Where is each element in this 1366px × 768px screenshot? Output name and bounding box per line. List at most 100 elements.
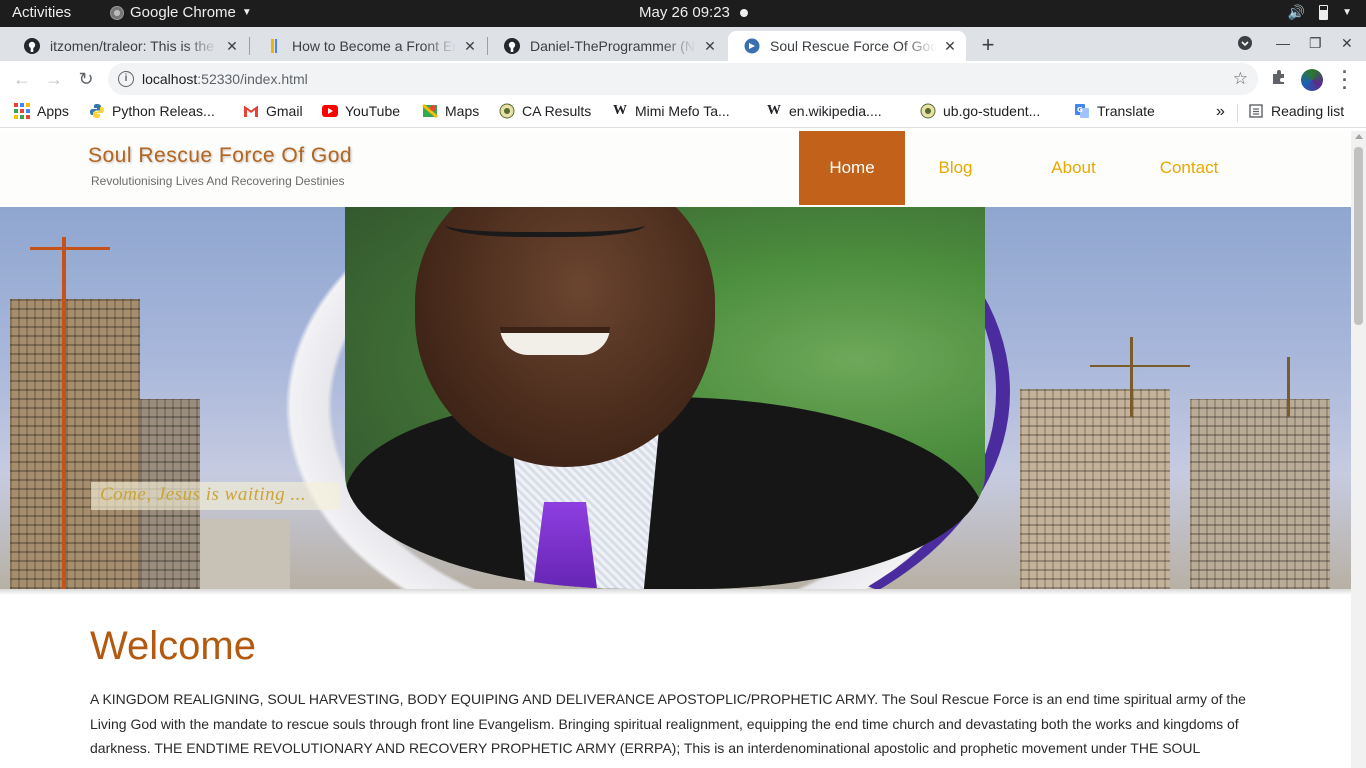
back-button[interactable]: ← <box>10 67 34 91</box>
tab-daniel-theprogrammer[interactable]: Daniel-TheProgrammer (N ✕ <box>488 31 726 61</box>
apps-grid-icon <box>14 103 30 119</box>
system-tray[interactable]: 🔊 ▼ <box>1288 4 1352 21</box>
crane-jib <box>30 247 110 250</box>
bookmark-youtube[interactable]: YouTube <box>322 103 400 119</box>
info-icon[interactable]: i <box>118 71 134 87</box>
ub-icon <box>920 103 936 119</box>
bookmark-ub-go-student[interactable]: ub.go-student... <box>920 103 1040 119</box>
profile-avatar[interactable] <box>1301 69 1323 91</box>
bookmark-star-icon[interactable]: ☆ <box>1233 69 1248 89</box>
youtube-icon <box>322 103 338 119</box>
bookmark-gmail[interactable]: Gmail <box>243 103 303 119</box>
volume-icon[interactable]: 🔊 <box>1288 4 1305 21</box>
page-viewport: Soul Rescue Force Of God Revolutionising… <box>0 131 1351 768</box>
battery-icon[interactable] <box>1319 5 1329 20</box>
tab-title: itzomen/traleor: This is the <box>50 38 214 54</box>
python-icon <box>89 103 105 119</box>
intro-paragraph: A KINGDOM REALIGNING, SOUL HARVESTING, B… <box>90 691 1246 756</box>
bookmark-label: Translate <box>1097 103 1155 119</box>
bookmark-maps[interactable]: Maps <box>422 103 479 119</box>
activities-button[interactable]: Activities <box>12 4 71 21</box>
minimize-button[interactable]: — <box>1276 35 1290 51</box>
bookmark-label: Apps <box>37 103 69 119</box>
github-icon <box>504 38 520 54</box>
bookmarks-bar: Apps Python Releas... Gmail YouTube Maps… <box>0 97 1366 128</box>
chrome-menu-icon[interactable]: · · · <box>1340 63 1350 97</box>
clock[interactable]: May 26 09:23 <box>639 4 730 21</box>
chrome-icon <box>110 5 124 20</box>
reading-list-label: Reading list <box>1271 103 1345 119</box>
new-tab-button[interactable]: + <box>976 33 1000 57</box>
bookmark-translate[interactable]: G Translate <box>1074 103 1155 119</box>
url-text[interactable]: localhost:52330/index.html <box>142 71 308 87</box>
close-icon[interactable]: ✕ <box>702 38 718 55</box>
bookmark-en-wikipedia[interactable]: W en.wikipedia.... <box>766 103 882 119</box>
bookmark-python[interactable]: Python Releas... <box>89 103 215 119</box>
bookmark-label: YouTube <box>345 103 401 119</box>
bookmark-label: Gmail <box>266 103 303 119</box>
building-low <box>200 519 290 589</box>
pastor-portrait <box>345 207 985 589</box>
crane-right-jib <box>1090 365 1190 367</box>
restore-button[interactable]: ❐ <box>1309 35 1322 52</box>
wikipedia-icon: W <box>613 103 627 118</box>
caret-down-icon: ▼ <box>241 7 252 18</box>
translate-icon: G <box>1074 103 1090 119</box>
page-scrollbar[interactable] <box>1351 131 1366 768</box>
tab-search-icon[interactable] <box>1237 35 1253 54</box>
crane-mast <box>62 237 66 589</box>
bookmark-mimi-mefo[interactable]: W Mimi Mefo Ta... <box>612 103 730 119</box>
site-header: Soul Rescue Force Of God Revolutionising… <box>0 131 1351 205</box>
bookmark-label: CA Results <box>522 103 592 119</box>
notification-dot-icon <box>740 9 748 17</box>
tab-front-end[interactable]: How to Become a Front End ✕ <box>250 31 486 61</box>
bookmark-label: Python Releas... <box>112 103 215 119</box>
hero-caption: Come, Jesus is waiting ... <box>91 482 340 510</box>
caret-down-icon[interactable]: ▼ <box>1342 7 1352 18</box>
site-brand[interactable]: Soul Rescue Force Of God <box>88 144 352 168</box>
more-bookmarks-chevron-icon[interactable]: » <box>1216 103 1225 121</box>
bookmark-label: Mimi Mefo Ta... <box>635 103 730 119</box>
tab-traleor[interactable]: itzomen/traleor: This is the ✕ <box>8 31 248 61</box>
site-favicon <box>744 38 760 54</box>
nav-contact[interactable]: Contact <box>1139 131 1239 205</box>
scrollbar-thumb[interactable] <box>1354 147 1363 325</box>
scroll-up-icon[interactable] <box>1355 134 1363 139</box>
reading-list-button[interactable]: Reading list <box>1248 103 1344 119</box>
maps-icon <box>422 103 438 119</box>
extensions-puzzle-icon[interactable] <box>1271 69 1287 90</box>
tab-title: How to Become a Front End <box>292 38 456 54</box>
gmail-icon <box>243 103 259 119</box>
close-icon[interactable]: ✕ <box>462 38 478 55</box>
nav-about[interactable]: About <box>1023 131 1124 205</box>
crane-right <box>1130 337 1133 417</box>
hero-banner: Come, Jesus is waiting ... <box>0 207 1351 589</box>
app-menu[interactable]: Google Chrome ▼ <box>110 4 252 21</box>
bookmark-ca-results[interactable]: CA Results <box>499 103 591 119</box>
nav-home[interactable]: Home <box>799 131 905 205</box>
address-bar[interactable]: i localhost:52330/index.html ☆ <box>108 63 1258 95</box>
system-top-bar: Activities Google Chrome ▼ May 26 09:23 … <box>0 0 1366 27</box>
reload-button[interactable]: ↻ <box>74 67 98 91</box>
tab-strip: itzomen/traleor: This is the ✕ How to Be… <box>0 27 1366 61</box>
tab-soul-rescue-force[interactable]: Soul Rescue Force Of God ✕ <box>728 31 966 61</box>
bookmark-favicon <box>266 38 282 54</box>
reading-list-icon <box>1248 103 1264 119</box>
close-window-button[interactable]: ✕ <box>1341 35 1353 52</box>
bookmark-apps[interactable]: Apps <box>14 103 69 119</box>
building-left <box>10 299 140 589</box>
bookmark-label: Maps <box>445 103 480 119</box>
ca-icon <box>499 103 515 119</box>
forward-button[interactable]: → <box>42 67 66 91</box>
bookmark-label: en.wikipedia.... <box>789 103 882 119</box>
browser-toolbar: ← → ↻ i localhost:52330/index.html ☆ <box>0 61 1366 97</box>
nav-blog[interactable]: Blog <box>905 131 1006 205</box>
building-right <box>1020 389 1170 589</box>
site-tagline: Revolutionising Lives And Recovering Des… <box>91 174 345 188</box>
tab-title: Soul Rescue Force Of God <box>770 38 936 54</box>
close-icon[interactable]: ✕ <box>942 38 958 55</box>
app-name: Google Chrome <box>130 4 236 21</box>
close-icon[interactable]: ✕ <box>224 38 240 55</box>
svg-text:G: G <box>1077 106 1083 114</box>
building-right-2 <box>1190 399 1330 589</box>
